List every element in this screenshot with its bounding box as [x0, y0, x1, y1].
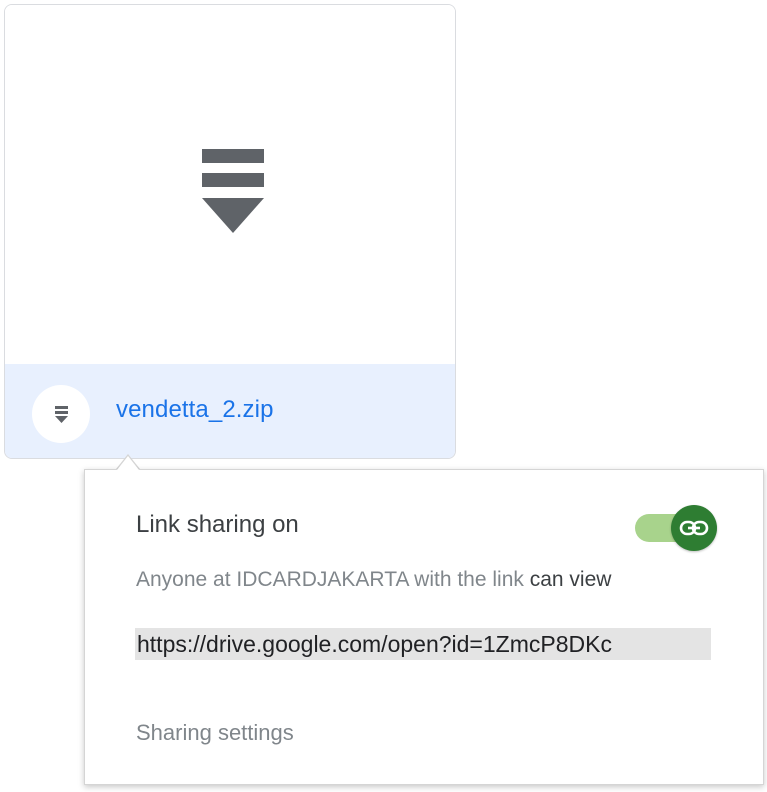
share-view: vendetta_2.zip Link sharing on Anyone at…	[0, 0, 767, 792]
file-preview	[5, 5, 455, 364]
link-sharing-toggle[interactable]	[633, 505, 717, 551]
link-sharing-title: Link sharing on	[136, 511, 299, 538]
share-audience-text: Anyone at IDCARDJAKARTA with the link	[136, 568, 524, 591]
link-icon	[679, 520, 709, 536]
zip-file-icon	[202, 149, 264, 233]
zip-badge-icon	[54, 405, 68, 423]
permission-dropdown[interactable]: can view	[530, 568, 612, 591]
popup-caret-inner	[117, 456, 139, 470]
file-name[interactable]: vendetta_2.zip	[116, 396, 274, 424]
share-link-field[interactable]: https://drive.google.com/open?id=1ZmcP8D…	[135, 628, 711, 660]
file-card[interactable]: vendetta_2.zip	[4, 4, 456, 459]
toggle-thumb	[671, 505, 717, 551]
link-sharing-popup: Link sharing on Anyone at IDCARDJAKARTA …	[84, 469, 764, 785]
sharing-settings-link[interactable]: Sharing settings	[136, 720, 294, 746]
file-type-badge	[32, 385, 90, 443]
share-description: Anyone at IDCARDJAKARTA with the link ca…	[136, 568, 611, 592]
file-footer: vendetta_2.zip	[5, 364, 455, 458]
